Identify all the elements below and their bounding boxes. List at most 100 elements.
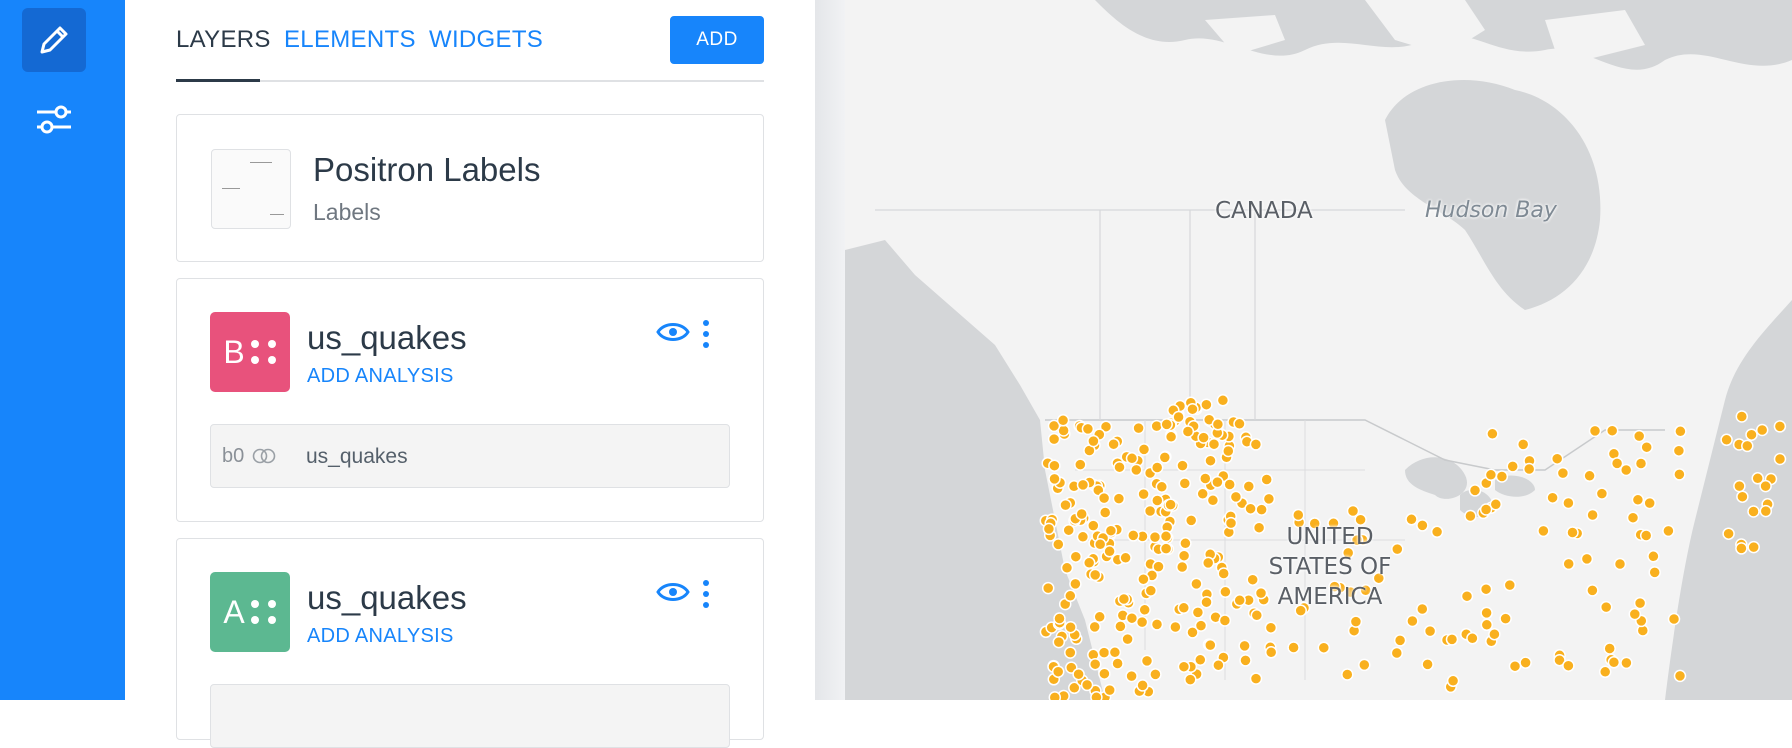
quake-point[interactable] [1516, 438, 1530, 451]
quake-point[interactable] [1503, 578, 1517, 592]
quake-point[interactable] [1074, 458, 1087, 471]
quake-point[interactable] [1175, 560, 1189, 574]
quake-point[interactable] [1264, 621, 1278, 634]
quake-point[interactable] [1150, 618, 1164, 631]
quake-point[interactable] [1164, 430, 1178, 444]
quake-point[interactable] [1223, 478, 1236, 491]
quake-point[interactable] [1249, 672, 1263, 685]
quake-point[interactable] [1264, 646, 1278, 659]
quake-point[interactable] [1152, 560, 1165, 573]
quake-point[interactable] [1736, 490, 1749, 503]
quake-point[interactable] [1178, 477, 1192, 490]
quake-point[interactable] [1349, 615, 1363, 628]
quake-point[interactable] [1519, 656, 1532, 669]
quake-point[interactable] [1745, 428, 1758, 441]
quake-point[interactable] [1216, 394, 1230, 407]
quake-point[interactable] [1103, 683, 1116, 697]
quake-point[interactable] [1184, 514, 1198, 527]
quake-point[interactable] [1119, 551, 1132, 565]
quake-point[interactable] [1197, 431, 1210, 444]
quake-point[interactable] [1199, 472, 1212, 485]
quake-point[interactable] [1217, 567, 1230, 580]
quake-point[interactable] [1098, 506, 1112, 519]
quake-point[interactable] [1130, 463, 1143, 477]
quake-point[interactable] [1346, 504, 1360, 518]
quake-point[interactable] [1200, 595, 1213, 609]
quake-point[interactable] [1041, 581, 1055, 595]
quake-point[interactable] [1430, 525, 1444, 539]
quake-point[interactable] [1556, 466, 1570, 480]
quake-point[interactable] [1605, 424, 1619, 437]
quake-point[interactable] [1480, 606, 1493, 620]
quake-point[interactable] [1640, 440, 1653, 454]
quake-point[interactable] [1405, 513, 1418, 526]
quake-point[interactable] [1097, 646, 1111, 659]
quake-point[interactable] [1087, 434, 1100, 448]
quake-point[interactable] [1647, 550, 1660, 563]
quake-point[interactable] [1628, 607, 1642, 621]
quake-point[interactable] [1052, 538, 1065, 551]
quake-point[interactable] [1072, 667, 1085, 681]
quake-point[interactable] [1053, 612, 1066, 625]
quake-point[interactable] [1634, 457, 1648, 470]
quake-point[interactable] [1643, 496, 1656, 510]
quake-point[interactable] [1087, 519, 1100, 532]
quake-point[interactable] [1075, 507, 1088, 521]
quake-point[interactable] [1233, 417, 1246, 431]
quake-point[interactable] [1648, 566, 1661, 579]
quake-point[interactable] [1341, 668, 1354, 681]
quake-point[interactable] [1445, 633, 1459, 646]
quake-point[interactable] [1390, 646, 1404, 660]
quake-point[interactable] [1631, 493, 1645, 507]
quake-point[interactable] [1184, 673, 1197, 686]
tab-elements[interactable]: ELEMENTS [284, 26, 416, 54]
quake-point[interactable] [1620, 656, 1633, 670]
quake-point[interactable] [1138, 603, 1151, 617]
quake-point[interactable] [1186, 402, 1199, 416]
quake-point[interactable] [1546, 491, 1559, 504]
quake-point[interactable] [1125, 669, 1138, 683]
quake-point[interactable] [1143, 504, 1157, 518]
quake-point[interactable] [1059, 498, 1072, 512]
quake-point[interactable] [1464, 509, 1477, 523]
quake-point[interactable] [1169, 620, 1182, 634]
quake-point[interactable] [1179, 537, 1192, 550]
quake-point[interactable] [1204, 638, 1217, 652]
quake-point[interactable] [1082, 556, 1096, 570]
quake-point[interactable] [1088, 657, 1102, 671]
quake-point[interactable] [1218, 614, 1232, 627]
quake-point[interactable] [1580, 552, 1594, 566]
quake-point[interactable] [1610, 457, 1624, 470]
quake-point[interactable] [1224, 516, 1238, 530]
quake-point[interactable] [1132, 421, 1145, 435]
quake-point[interactable] [1586, 584, 1599, 597]
quake-point[interactable] [1421, 658, 1434, 671]
quake-point[interactable] [1177, 601, 1191, 615]
quake-point[interactable] [1052, 635, 1066, 649]
basemap-card[interactable]: Positron Labels Labels [176, 114, 764, 262]
quake-point[interactable] [1393, 634, 1407, 647]
quake-point[interactable] [1107, 437, 1120, 451]
quake-point[interactable] [1508, 659, 1522, 673]
quake-point[interactable] [1080, 678, 1094, 692]
quake-point[interactable] [1196, 487, 1209, 501]
quake-point[interactable] [1159, 530, 1173, 543]
quake-point[interactable] [1484, 468, 1498, 482]
quake-point[interactable] [1735, 410, 1749, 423]
analysis-node[interactable] [210, 684, 730, 748]
quake-point[interactable] [1317, 641, 1331, 654]
quake-point[interactable] [1194, 653, 1207, 667]
quake-point[interactable] [1595, 487, 1609, 500]
quake-point[interactable] [1722, 527, 1735, 540]
quake-point[interactable] [1488, 627, 1501, 641]
quake-point[interactable] [1125, 611, 1139, 625]
quake-point[interactable] [1103, 545, 1116, 558]
quake-point[interactable] [1562, 557, 1575, 571]
quake-point[interactable] [1125, 452, 1139, 465]
quake-point[interactable] [1773, 452, 1787, 466]
quake-point[interactable] [1662, 524, 1675, 538]
quake-point[interactable] [1588, 424, 1602, 438]
quake-point[interactable] [1148, 530, 1162, 544]
quake-point[interactable] [1137, 487, 1150, 501]
map-view[interactable]: CANADA Hudson Bay UNITED STATES OF AMERI… [845, 0, 1792, 700]
